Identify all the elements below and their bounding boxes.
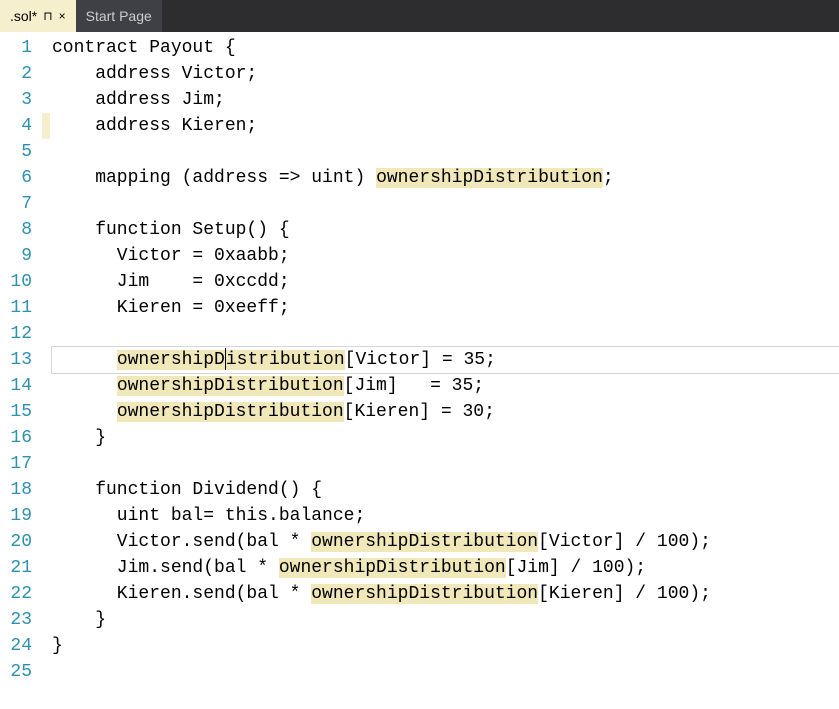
code-line[interactable]: contract Payout { <box>52 35 839 61</box>
pin-icon[interactable]: ⊓ <box>43 9 52 23</box>
line-number: 2 <box>0 61 32 87</box>
code-line[interactable]: Victor.send(bal * ownershipDistribution[… <box>52 529 839 555</box>
close-icon[interactable]: × <box>59 9 66 23</box>
line-number: 15 <box>0 399 32 425</box>
change-marker <box>42 217 50 243</box>
code-line[interactable]: Jim = 0xccdd; <box>52 269 839 295</box>
line-number: 23 <box>0 607 32 633</box>
code-line[interactable]: address Victor; <box>52 61 839 87</box>
code-line[interactable]: ownershipDistribution[Victor] = 35; <box>52 347 839 373</box>
change-marker <box>42 373 50 399</box>
code-line[interactable]: address Kieren; <box>52 113 839 139</box>
change-marker <box>42 243 50 269</box>
line-number: 8 <box>0 217 32 243</box>
change-marker <box>42 503 50 529</box>
line-number: 6 <box>0 165 32 191</box>
tab-start-page[interactable]: Start Page <box>76 0 162 32</box>
code-line[interactable]: address Jim; <box>52 87 839 113</box>
code-line[interactable]: } <box>52 633 839 659</box>
code-editor[interactable]: 1234567891011121314151617181920212223242… <box>0 32 839 709</box>
change-marker <box>42 451 50 477</box>
code-line[interactable]: mapping (address => uint) ownershipDistr… <box>52 165 839 191</box>
change-marker-column <box>42 32 50 709</box>
change-marker <box>42 399 50 425</box>
tab-label: .sol* <box>10 8 37 24</box>
code-line[interactable]: ownershipDistribution[Jim] = 35; <box>52 373 839 399</box>
line-number: 19 <box>0 503 32 529</box>
code-line[interactable]: function Dividend() { <box>52 477 839 503</box>
change-marker <box>42 139 50 165</box>
change-marker <box>42 61 50 87</box>
tab-bar: .sol* ⊓ × Start Page <box>0 0 839 32</box>
code-line[interactable] <box>52 139 839 165</box>
line-number: 21 <box>0 555 32 581</box>
tab-label: Start Page <box>86 8 152 24</box>
line-number: 12 <box>0 321 32 347</box>
line-number: 7 <box>0 191 32 217</box>
code-area[interactable]: contract Payout { address Victor; addres… <box>50 32 839 709</box>
change-marker <box>42 659 50 685</box>
line-number: 9 <box>0 243 32 269</box>
code-line[interactable]: function Setup() { <box>52 217 839 243</box>
change-marker <box>42 633 50 659</box>
change-marker <box>42 191 50 217</box>
line-number-gutter: 1234567891011121314151617181920212223242… <box>0 32 42 709</box>
change-marker <box>42 425 50 451</box>
code-line[interactable]: } <box>52 425 839 451</box>
code-line[interactable] <box>52 451 839 477</box>
line-number: 18 <box>0 477 32 503</box>
code-line[interactable]: ownershipDistribution[Kieren] = 30; <box>52 399 839 425</box>
change-marker <box>42 295 50 321</box>
code-line[interactable] <box>52 191 839 217</box>
line-number: 22 <box>0 581 32 607</box>
tab-active-file[interactable]: .sol* ⊓ × <box>0 0 76 32</box>
code-line[interactable]: uint bal= this.balance; <box>52 503 839 529</box>
line-number: 1 <box>0 35 32 61</box>
line-number: 5 <box>0 139 32 165</box>
change-marker <box>42 35 50 61</box>
line-number: 17 <box>0 451 32 477</box>
change-marker <box>42 477 50 503</box>
line-number: 24 <box>0 633 32 659</box>
change-marker <box>42 321 50 347</box>
line-number: 20 <box>0 529 32 555</box>
code-line[interactable]: Kieren.send(bal * ownershipDistribution[… <box>52 581 839 607</box>
line-number: 10 <box>0 269 32 295</box>
line-number: 3 <box>0 87 32 113</box>
line-number: 16 <box>0 425 32 451</box>
change-marker <box>42 581 50 607</box>
code-line[interactable]: Jim.send(bal * ownershipDistribution[Jim… <box>52 555 839 581</box>
code-line[interactable]: Kieren = 0xeeff; <box>52 295 839 321</box>
line-number: 25 <box>0 659 32 685</box>
line-number: 11 <box>0 295 32 321</box>
change-marker <box>42 347 50 373</box>
change-marker <box>42 113 50 139</box>
change-marker <box>42 555 50 581</box>
code-line[interactable] <box>52 321 839 347</box>
change-marker <box>42 269 50 295</box>
change-marker <box>42 607 50 633</box>
change-marker <box>42 87 50 113</box>
code-line[interactable]: } <box>52 607 839 633</box>
line-number: 4 <box>0 113 32 139</box>
code-line[interactable]: Victor = 0xaabb; <box>52 243 839 269</box>
line-number: 14 <box>0 373 32 399</box>
change-marker <box>42 165 50 191</box>
line-number: 13 <box>0 347 32 373</box>
code-line[interactable] <box>52 659 839 685</box>
change-marker <box>42 529 50 555</box>
